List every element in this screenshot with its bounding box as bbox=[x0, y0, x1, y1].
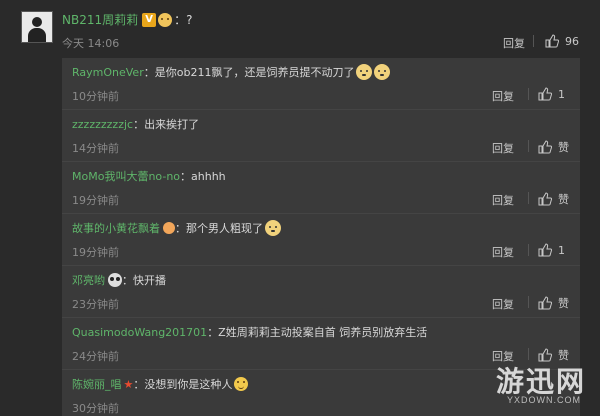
comment-author[interactable]: 邓亮哟 bbox=[72, 272, 105, 288]
comment-time: 19分钟前 bbox=[72, 194, 119, 207]
thumbs-up-icon bbox=[538, 243, 552, 257]
star-icon: ★ bbox=[123, 377, 134, 391]
like-button[interactable]: 赞 bbox=[538, 295, 569, 311]
dog-emoji-icon bbox=[374, 64, 391, 80]
dog-emoji-icon bbox=[265, 220, 281, 236]
comment-author[interactable]: QuasimodoWang201701 bbox=[72, 326, 207, 339]
avatar-head bbox=[32, 17, 42, 27]
divider bbox=[528, 244, 529, 256]
thumbs-up-icon bbox=[538, 87, 552, 101]
thumbs-up-icon bbox=[545, 34, 559, 48]
comment-author[interactable]: MoMo我叫大蕾no-no bbox=[72, 168, 180, 184]
post-text: ：? bbox=[174, 13, 193, 27]
like-label: 赞 bbox=[558, 297, 569, 310]
comment-text: ：那个男人粗现了 bbox=[175, 222, 263, 235]
divider bbox=[528, 192, 529, 204]
like-count: 1 bbox=[558, 243, 565, 257]
divider bbox=[528, 140, 529, 152]
reply-button[interactable]: 回复 bbox=[492, 140, 514, 156]
comment-time: 30分钟前 bbox=[72, 402, 119, 415]
post-like-button[interactable]: 96 bbox=[545, 34, 579, 48]
reply-button[interactable]: 回复 bbox=[492, 244, 514, 260]
comment-text: ：没想到你是这种人 bbox=[133, 378, 233, 391]
list-item: RaymOneVer ：是你ob211飘了，还是饲养员提不动刀了 10分钟前 回… bbox=[62, 58, 580, 110]
post-reply-button[interactable]: 回复 bbox=[503, 35, 525, 51]
comment-text: ：Z姓周莉莉主动投案自首 饲养员别放弃生活 bbox=[207, 326, 428, 339]
thumbs-up-icon bbox=[538, 296, 552, 310]
divider bbox=[533, 35, 534, 47]
comment-author[interactable]: RaymOneVer bbox=[72, 66, 144, 79]
divider bbox=[528, 296, 529, 308]
comment-author[interactable]: 陈婉丽_唱 bbox=[72, 376, 122, 392]
comment-time: 10分钟前 bbox=[72, 90, 119, 103]
weibo-comment-panel: NB211周莉莉 V ：? 今天 14:06 回复 96 RaymOneVer … bbox=[0, 0, 600, 416]
post-time: 今天 14:06 bbox=[62, 37, 120, 50]
like-button[interactable]: 1 bbox=[538, 243, 565, 257]
emoji-face-icon bbox=[158, 12, 173, 27]
post-header: NB211周莉莉 V ：? bbox=[62, 11, 193, 28]
comment-text: ：快开播 bbox=[122, 274, 166, 287]
like-count: 1 bbox=[558, 87, 565, 101]
divider bbox=[528, 88, 529, 100]
post-like-count: 96 bbox=[565, 34, 579, 48]
thumbs-up-icon bbox=[538, 192, 552, 206]
reply-button[interactable]: 回复 bbox=[492, 88, 514, 104]
thumbs-up-icon bbox=[538, 140, 552, 154]
list-item: 故事的小黄花飘着 ：那个男人粗现了 19分钟前 回复 1 bbox=[62, 214, 580, 266]
comment-author[interactable]: 故事的小黄花飘着 bbox=[72, 220, 160, 236]
avatar[interactable] bbox=[21, 11, 53, 43]
post-author[interactable]: NB211周莉莉 bbox=[62, 11, 138, 28]
like-label: 赞 bbox=[558, 193, 569, 206]
comment-text: ：ahhhh bbox=[180, 170, 226, 183]
reply-button[interactable]: 回复 bbox=[492, 296, 514, 312]
list-item: MoMo我叫大蕾no-no ：ahhhh 19分钟前 回复 赞 bbox=[62, 162, 580, 214]
dog-emoji-icon bbox=[356, 64, 373, 80]
divider bbox=[528, 348, 529, 360]
like-button[interactable]: 1 bbox=[538, 87, 565, 101]
like-label: 赞 bbox=[558, 141, 569, 154]
comment-time: 14分钟前 bbox=[72, 142, 119, 155]
comment-time: 19分钟前 bbox=[72, 246, 119, 259]
comment-time: 24分钟前 bbox=[72, 350, 119, 363]
comment-author[interactable]: zzzzzzzzzjc bbox=[72, 118, 133, 131]
list-item: zzzzzzzzzjc ：出来挨打了 14分钟前 回复 赞 bbox=[62, 110, 580, 162]
verified-badge-icon: V bbox=[142, 12, 157, 27]
comment-time: 23分钟前 bbox=[72, 298, 119, 311]
smile-emoji-icon bbox=[234, 377, 249, 391]
watermark-url: YXDOWN.COM bbox=[507, 395, 581, 405]
avatar-body bbox=[28, 28, 46, 42]
comment-text: ：是你ob211飘了，还是饲养员提不动刀了 bbox=[143, 66, 355, 79]
panda-emoji-icon bbox=[108, 273, 122, 287]
watermark-logo: 游迅网 bbox=[496, 366, 587, 397]
comment-text: ：出来挨打了 bbox=[133, 118, 200, 131]
fruit-emoji-icon bbox=[163, 222, 175, 234]
like-button[interactable]: 赞 bbox=[538, 191, 569, 207]
reply-button[interactable]: 回复 bbox=[492, 192, 514, 208]
list-item: 邓亮哟 ：快开播 23分钟前 回复 赞 bbox=[62, 266, 580, 318]
like-button[interactable]: 赞 bbox=[538, 139, 569, 155]
